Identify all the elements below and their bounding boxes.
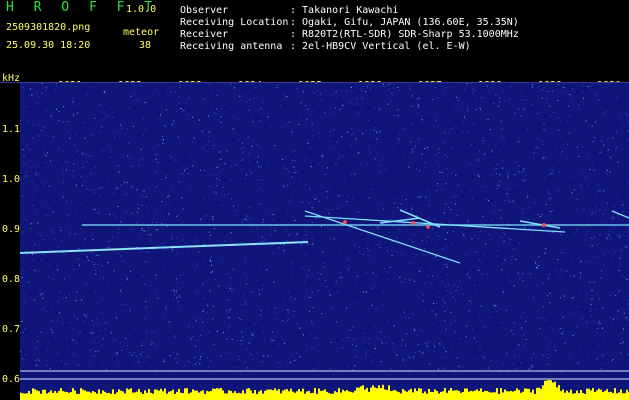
meteor-label: meteor <box>123 27 160 38</box>
app-version: 1.0.0 <box>126 4 157 15</box>
y-tick-label: 0.6 <box>2 374 21 385</box>
doppler-trace-long <box>20 241 309 254</box>
y-tick-label: 1.0 <box>2 174 21 185</box>
location-label: Receiving Location <box>180 17 289 28</box>
header-panel: H R O F F T 1.0.0 2509301820.png meteor … <box>0 0 629 74</box>
y-tick-label: 0.7 <box>2 324 21 335</box>
image-filename: 2509301820.png <box>6 22 91 33</box>
observer-label: Observer <box>180 5 229 16</box>
noise-layer <box>20 82 629 373</box>
antenna-label: Receiving antenna <box>180 41 283 52</box>
head-echo <box>426 225 430 229</box>
meteor-traces <box>20 209 629 264</box>
head-echo <box>343 220 347 224</box>
head-echo <box>542 223 546 227</box>
receiver-label: Receiver <box>180 29 229 40</box>
location-value: : Ogaki, Gifu, JAPAN (136.60E, 35.35N) <box>290 17 519 28</box>
receiver-value: : R820T2(RTL-SDR) SDR-Sharp 53.1000MHz <box>290 29 519 40</box>
plot-top-border <box>0 82 629 83</box>
meteor-count: 38 <box>139 40 152 51</box>
edge-streak <box>611 210 629 219</box>
spectrogram-plot <box>20 82 629 400</box>
signal-baseline <box>20 380 629 400</box>
y-tick-label: 1.1 <box>2 124 21 135</box>
y-tick-label: 0.8 <box>2 274 21 285</box>
spectrogram-canvas <box>20 82 629 400</box>
head-echo <box>411 221 415 225</box>
meteor-streak-1 <box>304 210 461 264</box>
y-tick-label: 0.9 <box>2 224 21 235</box>
observer-value: : Takanori Kawachi <box>290 5 399 16</box>
reference-lines <box>20 370 629 380</box>
antenna-value: : 2el-HB9CV Vertical (el. E-W) <box>290 41 471 52</box>
image-datetime: 25.09.30 18:20 <box>6 40 91 51</box>
